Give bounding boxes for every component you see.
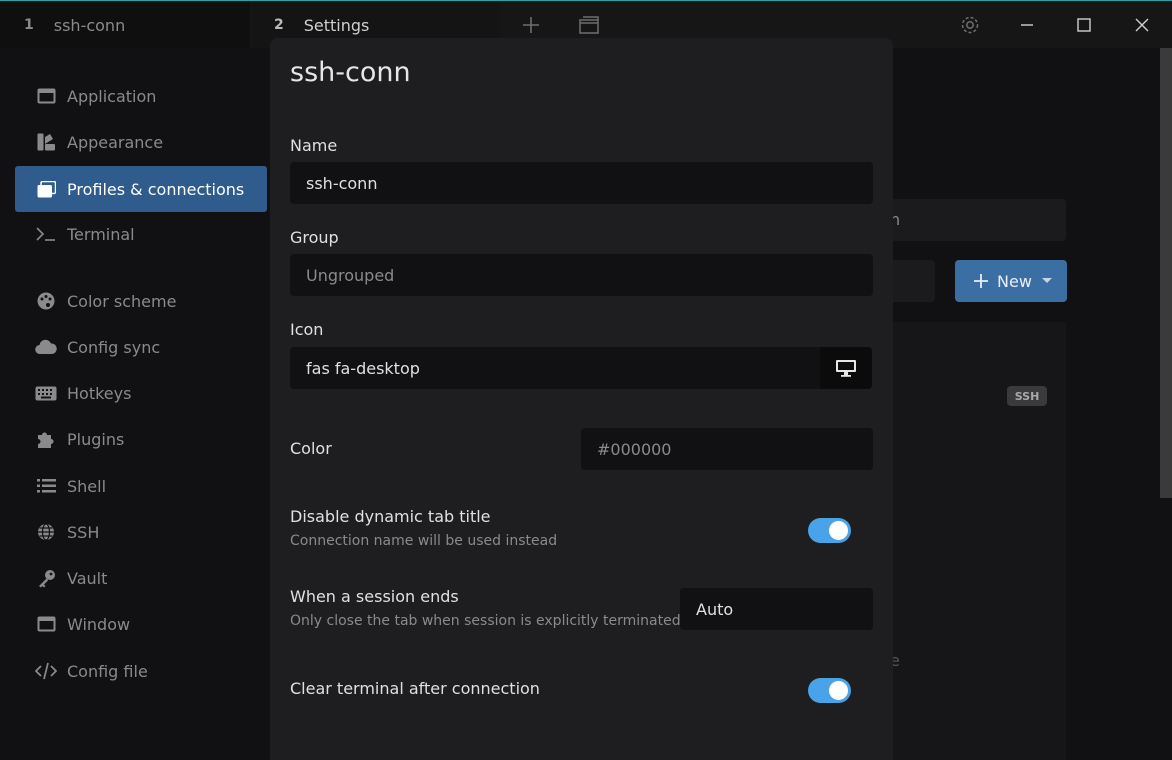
sidebar-item-label: Config file: [67, 661, 148, 681]
sidebar-item-terminal[interactable]: Terminal: [15, 211, 267, 257]
sidebar-item-ssh[interactable]: SSH: [15, 509, 267, 555]
windows-icon[interactable]: [575, 11, 603, 39]
plus-icon[interactable]: [517, 11, 545, 39]
session-end-select[interactable]: Auto: [680, 588, 873, 630]
sidebar-item-label: Window: [67, 614, 131, 634]
gear-icon[interactable]: [956, 11, 984, 39]
profile-search-input[interactable]: n: [870, 199, 1066, 241]
sidebar-item-label: Vault: [67, 568, 108, 588]
sidebar-item-config-sync[interactable]: Config sync: [15, 324, 267, 370]
sidebar-item-label: Shell: [67, 476, 107, 496]
name-input[interactable]: ssh-conn: [290, 162, 873, 204]
toggle-knob: [829, 521, 848, 540]
tab-label: Settings: [303, 15, 370, 35]
key-icon: [35, 568, 57, 588]
code-icon: [35, 661, 57, 681]
sidebar-item-label: Application: [67, 86, 157, 106]
icon-label: Icon: [290, 320, 324, 339]
color-label: Color: [290, 439, 332, 458]
sidebar-item-label: Appearance: [67, 132, 164, 152]
sidebar-item-label: Profiles & connections: [67, 179, 245, 199]
list-icon: [35, 476, 57, 496]
session-end-description: Only close the tab when session is expli…: [290, 613, 681, 629]
scrollbar[interactable]: [1160, 48, 1172, 498]
sidebar-item-label: SSH: [67, 522, 100, 542]
close-icon[interactable]: [1128, 11, 1156, 39]
clear-terminal-toggle[interactable]: [808, 678, 851, 703]
sidebar-item-vault[interactable]: Vault: [15, 555, 267, 601]
sidebar-item-label: Color scheme: [67, 291, 177, 311]
palette-icon: [35, 291, 57, 311]
group-label: Group: [290, 228, 339, 247]
name-label: Name: [290, 136, 338, 155]
sidebar-item-label: Config sync: [67, 337, 161, 357]
plus-icon: [974, 274, 988, 288]
sidebar-item-label: Terminal: [67, 224, 135, 244]
sidebar-item-color-scheme[interactable]: Color scheme: [15, 278, 267, 324]
sidebar-item-profiles-connections[interactable]: Profiles & connections: [15, 166, 267, 212]
sidebar-item-window[interactable]: Window: [15, 601, 267, 647]
tab-label: ssh-conn: [53, 15, 126, 35]
ssh-badge: SSH: [1007, 386, 1047, 406]
terminal-icon: [35, 224, 57, 244]
sidebar-item-hotkeys[interactable]: Hotkeys: [15, 370, 267, 416]
modal-title: ssh-conn: [290, 57, 411, 88]
globe-icon: [35, 522, 57, 542]
tab-number: 1: [24, 17, 34, 33]
minimize-icon[interactable]: [1013, 11, 1041, 39]
dynamic-tab-title-toggle[interactable]: [808, 518, 851, 543]
sidebar-item-label: Hotkeys: [67, 383, 132, 403]
dynamic-tab-title-description: Connection name will be used instead: [290, 533, 558, 549]
sidebar-item-application[interactable]: Application: [15, 73, 267, 119]
profile-edit-modal: ssh-conn Name ssh-conn Group Ungrouped I…: [270, 38, 893, 760]
dynamic-tab-title-label: Disable dynamic tab title: [290, 507, 491, 526]
keyboard-icon: [35, 383, 57, 403]
group-input[interactable]: Ungrouped: [290, 254, 873, 296]
swatchbook-icon: [35, 132, 57, 152]
cloud-icon: [35, 337, 57, 357]
sidebar-item-appearance[interactable]: Appearance: [15, 119, 267, 165]
color-input[interactable]: #000000: [581, 428, 873, 470]
clear-terminal-label: Clear terminal after connection: [290, 679, 540, 698]
icon-input[interactable]: fas fa-desktop: [290, 347, 821, 389]
sidebar-item-shell[interactable]: Shell: [15, 463, 267, 509]
sidebar-item-plugins[interactable]: Plugins: [15, 416, 267, 462]
caret-down-icon: [1041, 278, 1052, 283]
sidebar-item-label: Plugins: [67, 429, 125, 449]
maximize-icon[interactable]: [1070, 11, 1098, 39]
desktop-icon: [836, 360, 856, 377]
puzzle-icon: [35, 429, 57, 449]
session-end-label: When a session ends: [290, 587, 459, 606]
icon-preview-button[interactable]: [820, 347, 872, 389]
window-icon: [35, 614, 57, 634]
tab-number: 2: [274, 17, 284, 33]
settings-sidebar: Application Appearance Profiles & connec…: [0, 48, 270, 760]
window-restore-icon: [35, 179, 57, 199]
tab-ssh-conn[interactable]: 1 ssh-conn: [0, 1, 250, 49]
new-profile-button[interactable]: New: [955, 260, 1067, 302]
toggle-knob: [829, 681, 848, 700]
window-icon: [35, 86, 57, 106]
sidebar-item-config-file[interactable]: Config file: [15, 648, 267, 694]
new-button-label: New: [997, 271, 1032, 291]
